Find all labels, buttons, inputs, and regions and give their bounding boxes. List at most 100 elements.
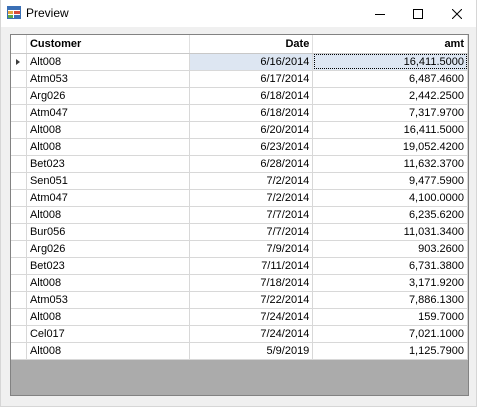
row-header[interactable]: [11, 342, 27, 360]
row-header[interactable]: [11, 240, 27, 258]
data-grid[interactable]: Customer Date amt Alt008 6/16/2014 16,411.…: [10, 34, 469, 396]
cell-date[interactable]: 6/23/2014: [189, 138, 314, 156]
table-row[interactable]: Arg026 7/9/2014 903.2600: [11, 240, 468, 258]
cell-date[interactable]: 7/2/2014: [189, 189, 314, 207]
maximize-button[interactable]: [399, 0, 437, 27]
cell-amt[interactable]: 903.2600: [312, 240, 468, 258]
cell-date[interactable]: 6/28/2014: [189, 155, 314, 173]
cell-date[interactable]: 5/9/2019: [189, 342, 314, 360]
row-header[interactable]: [11, 70, 27, 88]
row-header[interactable]: [11, 223, 27, 241]
close-button[interactable]: [438, 0, 476, 27]
table-row[interactable]: Atm053 6/17/2014 6,487.4600: [11, 70, 468, 88]
column-header-date[interactable]: Date: [189, 35, 314, 54]
table-row[interactable]: Bur056 7/7/2014 11,031.3400: [11, 223, 468, 241]
cell-amt[interactable]: 7,021.1000: [312, 325, 468, 343]
row-header[interactable]: [11, 308, 27, 326]
table-row[interactable]: Alt008 6/23/2014 19,052.4200: [11, 138, 468, 156]
table-row[interactable]: Alt008 7/24/2014 159.7000: [11, 308, 468, 326]
cell-amt[interactable]: 7,886.1300: [312, 291, 468, 309]
row-header[interactable]: [11, 274, 27, 292]
cell-amt[interactable]: 4,100.0000: [312, 189, 468, 207]
row-header[interactable]: [11, 325, 27, 343]
row-header[interactable]: [11, 155, 27, 173]
row-header[interactable]: [11, 121, 27, 139]
table-row[interactable]: Alt008 5/9/2019 1,125.7900: [11, 342, 468, 360]
table-row[interactable]: Atm053 7/22/2014 7,886.1300: [11, 291, 468, 309]
cell-amt[interactable]: 11,031.3400: [312, 223, 468, 241]
cell-customer[interactable]: Alt008: [26, 121, 190, 139]
cell-amt[interactable]: 16,411.5000: [312, 53, 468, 71]
row-header[interactable]: [11, 87, 27, 105]
cell-customer[interactable]: Bet023: [26, 257, 190, 275]
cell-customer[interactable]: Alt008: [26, 342, 190, 360]
cell-customer[interactable]: Alt008: [26, 274, 190, 292]
cell-date[interactable]: 7/24/2014: [189, 308, 314, 326]
cell-date[interactable]: 6/18/2014: [189, 87, 314, 105]
cell-amt[interactable]: 1,125.7900: [312, 342, 468, 360]
table-row[interactable]: Bet023 7/11/2014 6,731.3800: [11, 257, 468, 275]
row-header[interactable]: [11, 138, 27, 156]
cell-amt[interactable]: 16,411.5000: [312, 121, 468, 139]
grid-viewport: Customer Date amt Alt008 6/16/2014 16,411.…: [11, 35, 468, 395]
row-header[interactable]: [11, 257, 27, 275]
table-row[interactable]: Alt008 7/7/2014 6,235.6200: [11, 206, 468, 224]
cell-amt[interactable]: 6,487.4600: [312, 70, 468, 88]
cell-amt[interactable]: 9,477.5900: [312, 172, 468, 190]
cell-customer[interactable]: Cel017: [26, 325, 190, 343]
table-row[interactable]: Bet023 6/28/2014 11,632.3700: [11, 155, 468, 173]
cell-date[interactable]: 6/16/2014: [189, 53, 314, 71]
cell-amt[interactable]: 6,731.3800: [312, 257, 468, 275]
column-header-customer[interactable]: Customer: [26, 35, 190, 54]
cell-date[interactable]: 7/7/2014: [189, 223, 314, 241]
title-bar[interactable]: Preview: [1, 0, 476, 27]
cell-customer[interactable]: Sen051: [26, 172, 190, 190]
cell-date[interactable]: 7/22/2014: [189, 291, 314, 309]
row-header[interactable]: [11, 291, 27, 309]
cell-customer[interactable]: Arg026: [26, 87, 190, 105]
cell-date[interactable]: 6/18/2014: [189, 104, 314, 122]
cell-date[interactable]: 7/2/2014: [189, 172, 314, 190]
minimize-button[interactable]: [361, 0, 399, 27]
cell-customer[interactable]: Alt008: [26, 206, 190, 224]
cell-customer[interactable]: Atm047: [26, 104, 190, 122]
table-row[interactable]: Sen051 7/2/2014 9,477.5900: [11, 172, 468, 190]
cell-amt[interactable]: 159.7000: [312, 308, 468, 326]
row-header[interactable]: [11, 189, 27, 207]
table-row[interactable]: Alt008 6/20/2014 16,411.5000: [11, 121, 468, 139]
cell-date[interactable]: 7/18/2014: [189, 274, 314, 292]
table-row[interactable]: Atm047 6/18/2014 7,317.9700: [11, 104, 468, 122]
table-row[interactable]: Atm047 7/2/2014 4,100.0000: [11, 189, 468, 207]
cell-amt[interactable]: 7,317.9700: [312, 104, 468, 122]
row-header[interactable]: [11, 172, 27, 190]
cell-customer[interactable]: Arg026: [26, 240, 190, 258]
cell-customer[interactable]: Atm047: [26, 189, 190, 207]
cell-date[interactable]: 6/20/2014: [189, 121, 314, 139]
cell-date[interactable]: 7/11/2014: [189, 257, 314, 275]
column-header-amt[interactable]: amt: [312, 35, 468, 54]
table-row[interactable]: Alt008 6/16/2014 16,411.5000: [11, 53, 468, 71]
row-header[interactable]: [11, 104, 27, 122]
cell-date[interactable]: 7/9/2014: [189, 240, 314, 258]
cell-customer[interactable]: Alt008: [26, 308, 190, 326]
cell-customer[interactable]: Alt008: [26, 138, 190, 156]
cell-amt[interactable]: 11,632.3700: [312, 155, 468, 173]
cell-date[interactable]: 7/24/2014: [189, 325, 314, 343]
cell-amt[interactable]: 6,235.6200: [312, 206, 468, 224]
cell-customer[interactable]: Atm053: [26, 291, 190, 309]
table-row[interactable]: Alt008 7/18/2014 3,171.9200: [11, 274, 468, 292]
cell-date[interactable]: 7/7/2014: [189, 206, 314, 224]
row-header[interactable]: [11, 206, 27, 224]
cell-customer[interactable]: Bur056: [26, 223, 190, 241]
table-row[interactable]: Arg026 6/18/2014 2,442.2500: [11, 87, 468, 105]
table-row[interactable]: Cel017 7/24/2014 7,021.1000: [11, 325, 468, 343]
cell-date[interactable]: 6/17/2014: [189, 70, 314, 88]
row-header[interactable]: [11, 53, 27, 71]
row-header-corner[interactable]: [11, 35, 27, 54]
cell-amt[interactable]: 19,052.4200: [312, 138, 468, 156]
cell-amt[interactable]: 2,442.2500: [312, 87, 468, 105]
cell-customer[interactable]: Atm053: [26, 70, 190, 88]
cell-amt[interactable]: 3,171.9200: [312, 274, 468, 292]
cell-customer[interactable]: Bet023: [26, 155, 190, 173]
cell-customer[interactable]: Alt008: [26, 53, 190, 71]
